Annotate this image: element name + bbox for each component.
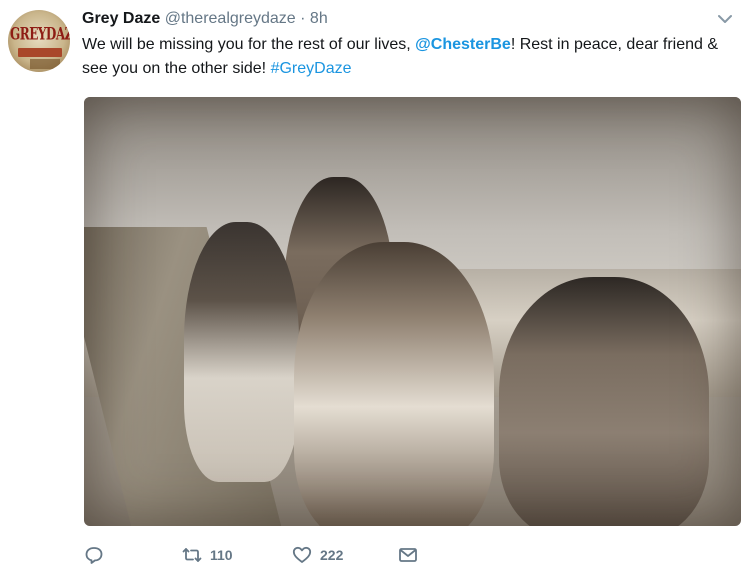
- tweet-text: We will be missing you for the rest of o…: [82, 33, 742, 81]
- avatar-logo-text: GREYDAZE: [10, 24, 70, 44]
- photo-vignette: [84, 97, 741, 526]
- mention-link[interactable]: @ChesterBe: [415, 36, 511, 53]
- author-handle[interactable]: @therealgreydaze: [165, 10, 296, 27]
- reply-icon: [85, 547, 103, 564]
- chevron-down-icon[interactable]: [718, 14, 732, 24]
- hashtag-link[interactable]: #GreyDaze: [271, 60, 352, 77]
- heart-icon: [292, 546, 312, 563]
- tweet-time[interactable]: 8h: [310, 10, 328, 27]
- avatar[interactable]: GREYDAZE: [8, 10, 70, 72]
- like-count: 222: [320, 547, 344, 563]
- header-separator: ·: [295, 10, 310, 27]
- retweet-icon: [182, 548, 202, 562]
- direct-message-button[interactable]: [398, 545, 418, 565]
- tweet-actions: 110 222: [84, 545, 584, 569]
- tweet-text-start: We will be missing you for the rest of o…: [82, 36, 416, 53]
- like-button[interactable]: 222: [292, 545, 343, 565]
- tweet-photo[interactable]: [84, 97, 741, 526]
- avatar-logo-sub: [30, 59, 60, 69]
- reply-button[interactable]: [84, 545, 104, 565]
- mail-icon: [399, 548, 417, 562]
- avatar-logo-band: [18, 48, 62, 57]
- retweet-button[interactable]: 110: [182, 545, 233, 565]
- tweet-header: Grey Daze @therealgreydaze · 8h: [82, 9, 328, 29]
- author-name[interactable]: Grey Daze: [82, 10, 160, 27]
- retweet-count: 110: [210, 547, 233, 563]
